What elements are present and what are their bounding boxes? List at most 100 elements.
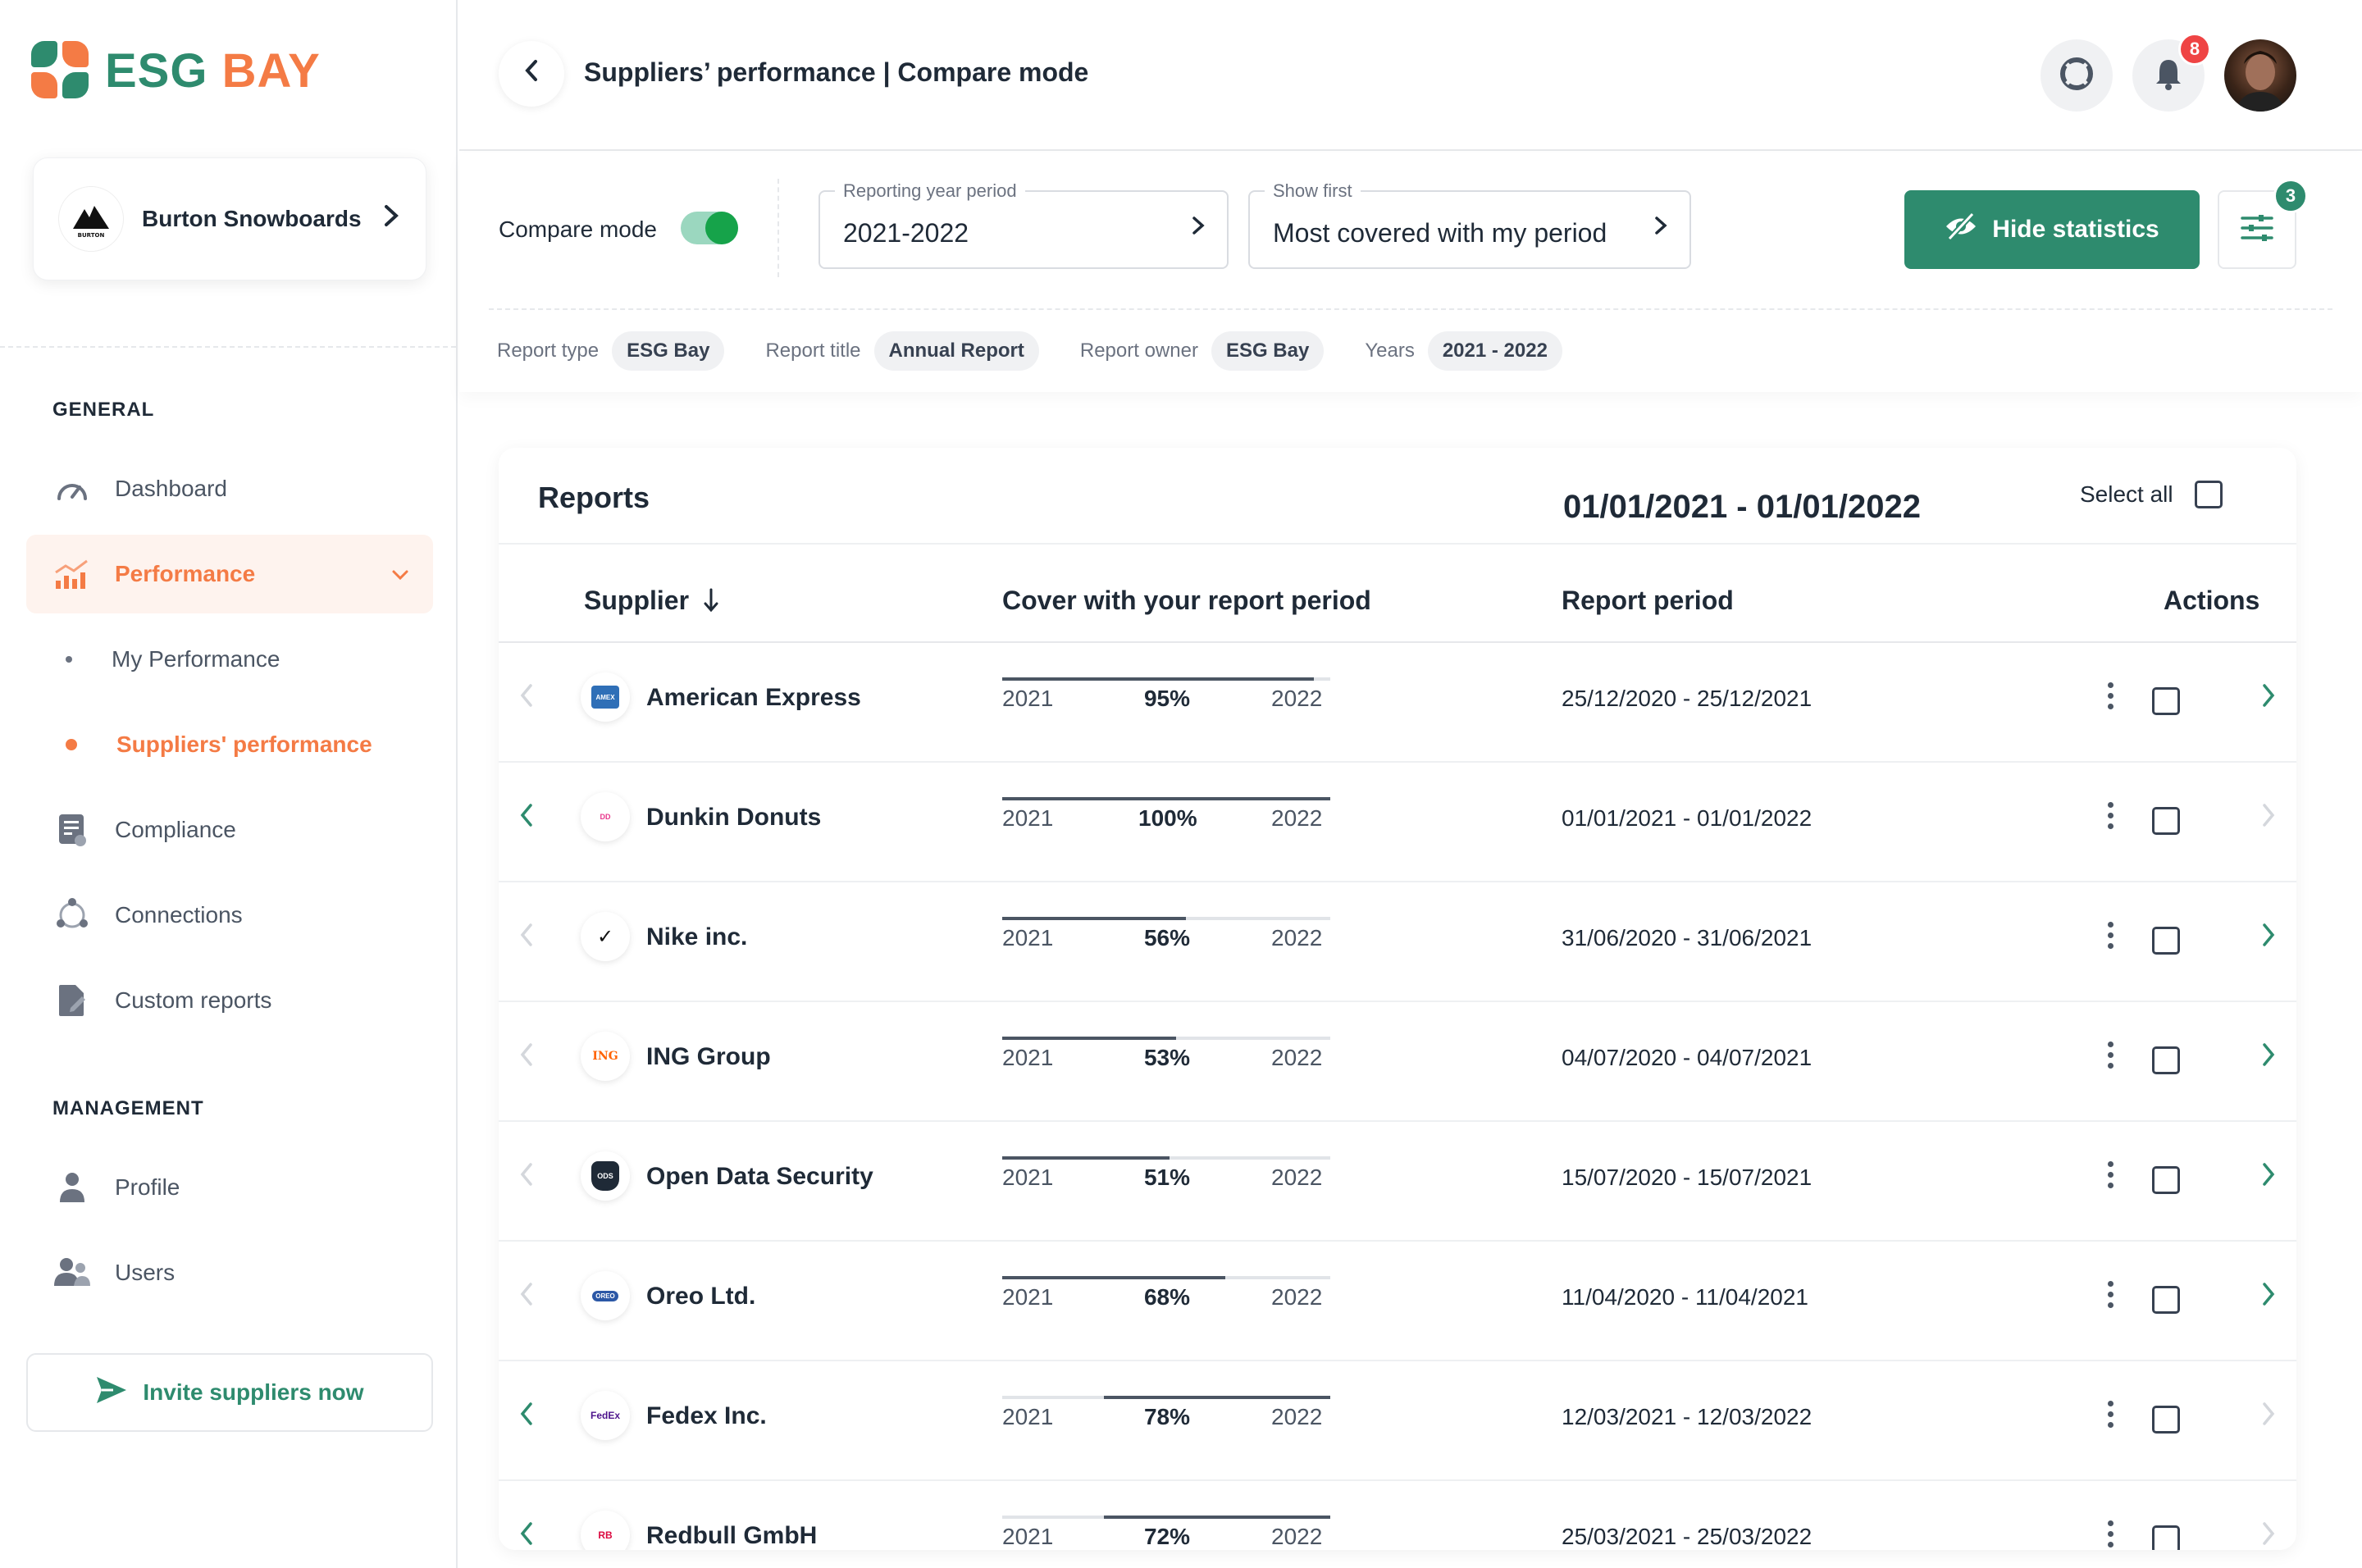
more-options-icon[interactable] bbox=[2106, 1161, 2114, 1188]
filter-divider bbox=[777, 179, 779, 277]
sidebar-item-profile[interactable]: Profile bbox=[26, 1148, 433, 1227]
svg-text:BURTON: BURTON bbox=[78, 232, 105, 239]
supplier-name[interactable]: Oreo Ltd. bbox=[646, 1283, 755, 1310]
row-checkbox[interactable] bbox=[2152, 1166, 2180, 1194]
chevron-down-icon bbox=[390, 562, 410, 587]
table-row[interactable]: DD Dunkin Donuts 2021 100% 2022 01/01/20… bbox=[499, 763, 2296, 882]
filter-count-badge: 3 bbox=[2273, 179, 2308, 213]
previous-period-icon[interactable] bbox=[518, 800, 535, 837]
sidebar-item-label: Users bbox=[115, 1260, 176, 1285]
next-period-icon[interactable] bbox=[2260, 1160, 2277, 1197]
next-period-icon[interactable] bbox=[2260, 681, 2277, 718]
sidebar-item-dashboard[interactable]: Dashboard bbox=[26, 449, 433, 528]
chip-value[interactable]: ESG Bay bbox=[612, 331, 725, 371]
next-period-icon[interactable] bbox=[2260, 920, 2277, 957]
user-avatar[interactable] bbox=[2224, 39, 2296, 112]
more-options-icon[interactable] bbox=[2106, 922, 2114, 949]
back-button[interactable] bbox=[499, 41, 564, 107]
reporting-year-select[interactable]: Reporting year period 2021-2022 bbox=[818, 180, 1229, 269]
compare-mode-toggle[interactable] bbox=[681, 212, 738, 244]
show-first-select[interactable]: Show first Most covered with my period bbox=[1248, 180, 1691, 269]
hide-statistics-label: Hide statistics bbox=[1992, 216, 2159, 243]
section-label-general: GENERAL bbox=[52, 399, 155, 421]
coverage-bar-fill bbox=[1104, 1396, 1330, 1399]
report-period: 11/04/2020 - 11/04/2021 bbox=[1562, 1284, 1808, 1310]
sidebar-item-custom-reports[interactable]: Custom reports bbox=[26, 961, 433, 1040]
next-period-icon[interactable] bbox=[2260, 1279, 2277, 1316]
row-checkbox[interactable] bbox=[2152, 1286, 2180, 1314]
row-checkbox[interactable] bbox=[2152, 1046, 2180, 1074]
supplier-name[interactable]: Open Data Security bbox=[646, 1163, 873, 1191]
row-checkbox[interactable] bbox=[2152, 1406, 2180, 1434]
supplier-name[interactable]: American Express bbox=[646, 684, 861, 712]
select-all-checkbox[interactable] bbox=[2194, 481, 2223, 508]
coverage-bar-track bbox=[1002, 797, 1330, 800]
supplier-name[interactable]: Dunkin Donuts bbox=[646, 804, 821, 832]
select-all-label: Select all bbox=[2080, 481, 2173, 507]
next-period-icon[interactable] bbox=[2260, 1040, 2277, 1077]
select-all[interactable]: Select all bbox=[2080, 481, 2223, 508]
column-header-supplier[interactable]: Supplier bbox=[584, 586, 719, 616]
supplier-name[interactable]: Fedex Inc. bbox=[646, 1402, 767, 1430]
chip-label: Report type bbox=[497, 340, 600, 362]
row-checkbox[interactable] bbox=[2152, 807, 2180, 835]
supplier-logo-text: DD bbox=[600, 813, 611, 821]
show-first-label: Show first bbox=[1265, 180, 1361, 202]
supplier-logo-text: AMEX bbox=[591, 686, 619, 709]
supplier-name[interactable]: Nike inc. bbox=[646, 923, 747, 951]
table-row[interactable]: FedEx Fedex Inc. 2021 78% 2022 12/03/202… bbox=[499, 1361, 2296, 1481]
esg-bay-logo[interactable]: ESG BAY bbox=[31, 41, 321, 100]
row-checkbox[interactable] bbox=[2152, 927, 2180, 955]
table-row[interactable]: ING ING Group 2021 53% 2022 04/07/2020 -… bbox=[499, 1002, 2296, 1122]
sidebar-item-my-performance[interactable]: My Performance bbox=[26, 627, 433, 692]
bullet-icon bbox=[66, 656, 72, 663]
table-row[interactable]: OREO Oreo Ltd. 2021 68% 2022 11/04/2020 … bbox=[499, 1242, 2296, 1361]
more-options-icon[interactable] bbox=[2106, 682, 2114, 709]
invite-suppliers-button[interactable]: Invite suppliers now bbox=[26, 1353, 433, 1432]
more-options-icon[interactable] bbox=[2106, 1042, 2114, 1069]
more-options-icon[interactable] bbox=[2106, 802, 2114, 829]
column-header-cover: Cover with your report period bbox=[1002, 586, 1371, 615]
previous-period-icon[interactable] bbox=[518, 1519, 535, 1550]
supplier-logo-text: ✓ bbox=[596, 925, 614, 948]
previous-period-icon[interactable] bbox=[518, 1399, 535, 1436]
coverage-end-year: 2022 bbox=[1271, 805, 1323, 831]
company-switcher[interactable]: BURTON Burton Snowboards bbox=[33, 157, 426, 280]
row-checkbox[interactable] bbox=[2152, 687, 2180, 715]
active-filter-chips: Report type ESG Bay Report title Annual … bbox=[497, 331, 1590, 371]
sidebar-item-users[interactable]: Users bbox=[26, 1233, 433, 1312]
sidebar-item-compliance[interactable]: Compliance bbox=[26, 791, 433, 869]
table-row[interactable]: AMEX American Express 2021 95% 2022 25/1… bbox=[499, 643, 2296, 763]
chip-value[interactable]: 2021 - 2022 bbox=[1427, 331, 1562, 371]
sidebar-item-connections[interactable]: Connections bbox=[26, 876, 433, 955]
previous-period-icon bbox=[518, 1160, 535, 1197]
supplier-logo-text: RB bbox=[598, 1529, 613, 1541]
hide-statistics-button[interactable]: Hide statistics bbox=[1904, 190, 2200, 269]
more-options-icon[interactable] bbox=[2106, 1520, 2114, 1547]
sidebar-item-label: Performance bbox=[115, 561, 256, 586]
supplier-name[interactable]: Redbull GmbH bbox=[646, 1522, 817, 1550]
logo-mark-icon bbox=[31, 41, 90, 100]
filters-button[interactable]: 3 bbox=[2218, 179, 2308, 269]
report-period: 12/03/2021 - 12/03/2022 bbox=[1562, 1404, 1813, 1429]
coverage-percent: 68% bbox=[1143, 1284, 1191, 1310]
reports-title: Reports bbox=[538, 481, 650, 514]
coverage-percent: 53% bbox=[1143, 1045, 1191, 1070]
sidebar-item-suppliers-performance[interactable]: Suppliers' performance bbox=[26, 712, 433, 777]
more-options-icon[interactable] bbox=[2106, 1401, 2114, 1428]
chip-value[interactable]: ESG Bay bbox=[1211, 331, 1325, 371]
sidebar-item-performance[interactable]: Performance bbox=[26, 535, 433, 613]
chip-value[interactable]: Annual Report bbox=[873, 331, 1039, 371]
coverage-start-year: 2021 bbox=[1002, 1165, 1054, 1190]
row-checkbox[interactable] bbox=[2152, 1525, 2180, 1550]
support-button[interactable] bbox=[2041, 39, 2113, 112]
table-row[interactable]: ODS Open Data Security 2021 51% 2022 15/… bbox=[499, 1122, 2296, 1242]
table-row[interactable]: ✓ Nike inc. 2021 56% 2022 31/06/2020 - 3… bbox=[499, 882, 2296, 1002]
bullet-icon bbox=[66, 739, 77, 750]
coverage-bar-track bbox=[1002, 917, 1330, 920]
coverage-bar-track bbox=[1002, 1516, 1330, 1519]
notifications-button[interactable]: 8 bbox=[2132, 33, 2211, 112]
more-options-icon[interactable] bbox=[2106, 1281, 2114, 1308]
table-row[interactable]: RB Redbull GmbH 2021 72% 2022 25/03/2021… bbox=[499, 1481, 2296, 1550]
supplier-name[interactable]: ING Group bbox=[646, 1043, 771, 1071]
